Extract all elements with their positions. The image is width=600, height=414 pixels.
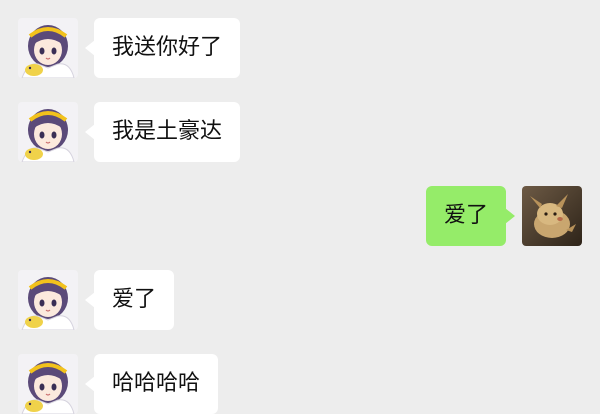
message-bubble[interactable]: 哈哈哈哈 — [84, 354, 219, 414]
message-bubble[interactable]: 爱了 — [425, 186, 516, 246]
message-bubble[interactable]: 爱了 — [84, 270, 175, 330]
anime-girl-avatar-icon[interactable] — [18, 18, 78, 78]
chat-message-list[interactable]: 我送你好了 我是土豪达 爱了 爱了 哈哈哈哈 — [0, 0, 600, 414]
anime-girl-avatar-icon[interactable] — [18, 354, 78, 414]
anime-girl-avatar-icon[interactable] — [18, 102, 78, 162]
incoming-message: 我是土豪达 — [18, 102, 241, 162]
pikachu-avatar-icon[interactable] — [522, 186, 582, 246]
incoming-message: 我送你好了 — [18, 18, 241, 78]
incoming-message: 哈哈哈哈 — [18, 354, 219, 414]
anime-girl-avatar-icon[interactable] — [18, 270, 78, 330]
message-bubble[interactable]: 我送你好了 — [84, 18, 241, 78]
incoming-message: 爱了 — [18, 270, 175, 330]
message-bubble[interactable]: 我是土豪达 — [84, 102, 241, 162]
outgoing-message: 爱了 — [425, 186, 582, 246]
